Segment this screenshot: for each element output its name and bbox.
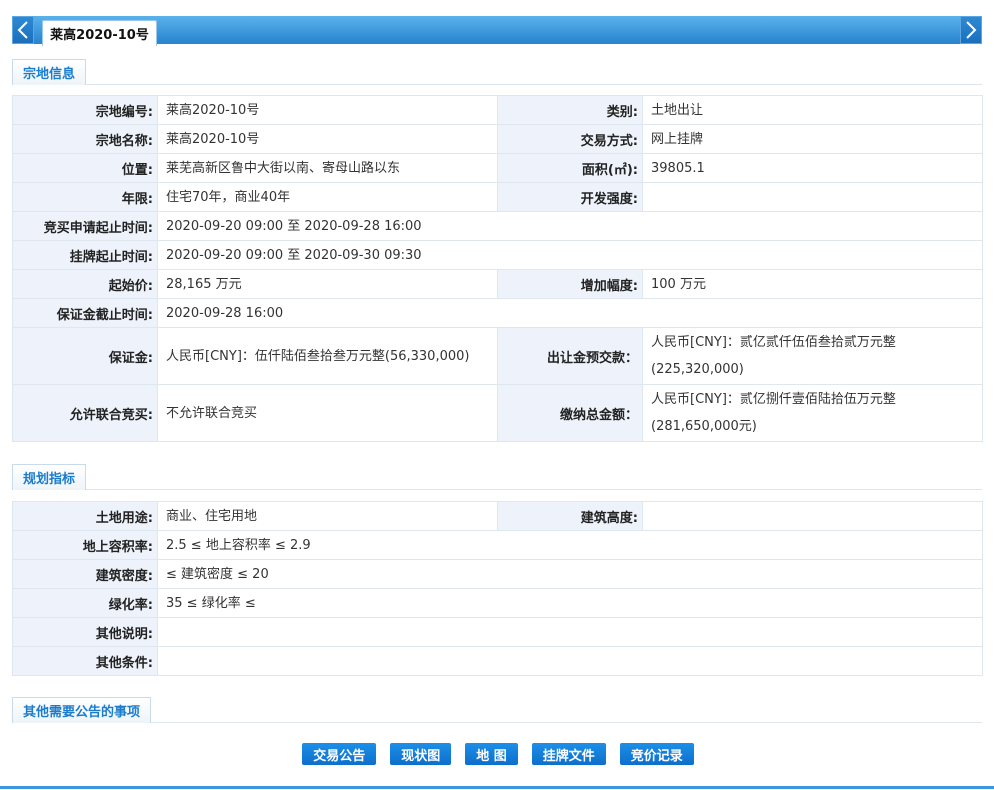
table-row: 竞买申请起止时间: 2020-09-20 09:00 至 2020-09-28 … [12,211,983,241]
joint-bid-value: 不允许联合竞买 [157,384,498,442]
green-ratio-value: 35 ≤ 绿化率 ≤ [157,588,983,618]
section-title: 其他需要公告的事项 [12,697,152,723]
status-map-button[interactable]: 现状图 [390,743,452,765]
start-price-label: 起始价: [12,269,158,299]
section-header-planning: 规划指标 [12,462,982,490]
table-row: 挂牌起止时间: 2020-09-20 09:00 至 2020-09-30 09… [12,240,983,270]
other-condition-value [157,646,983,676]
land-use-label: 土地用途: [12,501,158,531]
total-amount-value: 人民币[CNY]：贰亿捌仟壹佰陆拾伍万元整(281,650,000元) [642,384,983,442]
building-height-label: 建筑高度: [497,501,643,531]
deposit-deadline-label: 保证金截止时间: [12,298,158,328]
tab-parcel[interactable]: 莱高2020-10号 [42,20,157,46]
table-row: 土地用途: 商业、住宅用地 建筑高度: [12,501,983,531]
far-label: 地上容积率: [12,530,158,560]
far-value: 2.5 ≤ 地上容积率 ≤ 2.9 [157,530,983,560]
action-buttons: 交易公告 现状图 地 图 挂牌文件 竞价记录 [0,743,994,765]
table-row: 建筑密度: ≤ 建筑密度 ≤ 20 [12,559,983,589]
increment-value: 100 万元 [642,269,983,299]
table-row: 年限: 住宅70年，商业40年 开发强度: [12,182,983,212]
section-header-parcel-info: 宗地信息 [12,57,982,85]
other-note-value [157,617,983,647]
bid-apply-time-value: 2020-09-20 09:00 至 2020-09-28 16:00 [157,211,983,241]
deposit-label: 保证金: [12,327,158,385]
prepay-label: 出让金预交款： [497,327,643,385]
parcel-number-value: 莱高2020-10号 [157,95,498,125]
chevron-right-icon [966,21,977,39]
table-row: 其他说明: [12,617,983,647]
land-use-value: 商业、住宅用地 [157,501,498,531]
dev-intensity-value [642,182,983,212]
parcel-name-label: 宗地名称: [12,124,158,154]
increment-label: 增加幅度: [497,269,643,299]
deposit-deadline-value: 2020-09-28 16:00 [157,298,983,328]
table-row: 宗地编号: 莱高2020-10号 类别: 土地出让 [12,95,983,125]
density-value: ≤ 建筑密度 ≤ 20 [157,559,983,589]
start-price-value: 28,165 万元 [157,269,498,299]
term-value: 住宅70年，商业40年 [157,182,498,212]
building-height-value [642,501,983,531]
term-label: 年限: [12,182,158,212]
prev-tab-button[interactable] [12,16,34,44]
green-ratio-label: 绿化率: [12,588,158,618]
prepay-value: 人民币[CNY]：贰亿贰仟伍佰叁拾贰万元整(225,320,000) [642,327,983,385]
area-value: 39805.1 [642,153,983,183]
dev-intensity-label: 开发强度: [497,182,643,212]
table-row: 绿化率: 35 ≤ 绿化率 ≤ [12,588,983,618]
other-condition-label: 其他条件: [12,646,158,676]
section-title: 宗地信息 [12,59,87,85]
section-title: 规划指标 [12,464,87,490]
category-value: 土地出让 [642,95,983,125]
table-row: 地上容积率: 2.5 ≤ 地上容积率 ≤ 2.9 [12,530,983,560]
table-row: 其他条件: [12,646,983,676]
bid-apply-time-label: 竞买申请起止时间: [12,211,158,241]
category-label: 类别: [497,95,643,125]
trade-method-label: 交易方式: [497,124,643,154]
total-amount-label: 缴纳总金额： [497,384,643,442]
deposit-value: 人民币[CNY]：伍仟陆佰叁拾叁万元整(56,330,000) [157,327,498,385]
parcel-info-table: 宗地编号: 莱高2020-10号 类别: 土地出让 宗地名称: 莱高2020-1… [12,95,983,442]
listing-docs-button[interactable]: 挂牌文件 [531,743,606,765]
table-row: 起始价: 28,165 万元 增加幅度: 100 万元 [12,269,983,299]
table-row: 允许联合竞买: 不允许联合竞买 缴纳总金额： 人民币[CNY]：贰亿捌仟壹佰陆拾… [12,384,983,442]
tab-bar: 莱高2020-10号 [12,16,982,46]
table-row: 位置: 莱芜高新区鲁中大街以南、寄母山路以东 面积(㎡): 39805.1 [12,153,983,183]
planning-table: 土地用途: 商业、住宅用地 建筑高度: 地上容积率: 2.5 ≤ 地上容积率 ≤… [12,501,983,676]
next-tab-button[interactable] [960,16,982,44]
other-note-label: 其他说明: [12,617,158,647]
listing-time-value: 2020-09-20 09:00 至 2020-09-30 09:30 [157,240,983,270]
joint-bid-label: 允许联合竞买: [12,384,158,442]
listing-time-label: 挂牌起止时间: [12,240,158,270]
trade-method-value: 网上挂牌 [642,124,983,154]
parcel-name-value: 莱高2020-10号 [157,124,498,154]
announcement-button[interactable]: 交易公告 [302,743,377,765]
parcel-number-label: 宗地编号: [12,95,158,125]
table-row: 保证金截止时间: 2020-09-28 16:00 [12,298,983,328]
area-label: 面积(㎡): [497,153,643,183]
location-value: 莱芜高新区鲁中大街以南、寄母山路以东 [157,153,498,183]
section-header-other: 其他需要公告的事项 [12,695,982,723]
chevron-left-icon [17,21,28,39]
table-row: 保证金: 人民币[CNY]：伍仟陆佰叁拾叁万元整(56,330,000) 出让金… [12,327,983,385]
map-button[interactable]: 地 图 [465,743,518,765]
density-label: 建筑密度: [12,559,158,589]
table-row: 宗地名称: 莱高2020-10号 交易方式: 网上挂牌 [12,124,983,154]
bottom-divider [0,786,994,789]
location-label: 位置: [12,153,158,183]
bid-records-button[interactable]: 竞价记录 [619,743,694,765]
